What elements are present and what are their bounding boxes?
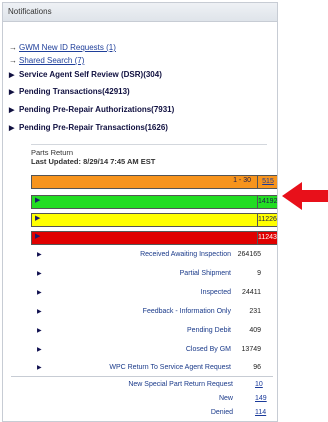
queue-pending-transactions[interactable]: ▶ Pending Transactions(42913) bbox=[9, 87, 130, 96]
status-row-received-awaiting-inspection[interactable]: ▶ Received Awaiting Inspection 264165 bbox=[31, 251, 265, 261]
arrow-right-icon: → bbox=[9, 56, 17, 65]
aging-count-red[interactable]: 112431 bbox=[257, 231, 277, 245]
aging-count-green[interactable]: 141924 bbox=[257, 195, 277, 209]
link-gwm-new-id-requests[interactable]: → GWM New ID Requests (1) bbox=[9, 43, 116, 52]
red-arrow-pointer-icon bbox=[282, 182, 328, 210]
queue-service-agent-self-review[interactable]: ▶ Service Agent Self Review (DSR)(304) bbox=[9, 70, 162, 79]
panel-title: Notifications bbox=[3, 3, 277, 22]
triangle-right-icon: ▶ bbox=[9, 89, 15, 96]
last-updated: Last Updated: 8/29/14 7:45 AM EST bbox=[31, 157, 156, 166]
special-return-new-request[interactable]: New Special Part Return Request 10 bbox=[31, 381, 267, 391]
divider bbox=[11, 376, 273, 377]
triangle-right-icon: ▶ bbox=[37, 271, 42, 277]
parts-return-section: Parts Return Last Updated: 8/29/14 7:45 … bbox=[31, 144, 267, 175]
aging-bar-orange[interactable]: 1 - 30 bbox=[31, 175, 258, 189]
status-row-closed-by-gm[interactable]: ▶ Closed By GM 13749 bbox=[31, 346, 265, 356]
special-return-denied[interactable]: Denied 114 bbox=[31, 409, 267, 419]
status-row-partial-shipment[interactable]: ▶ Partial Shipment 9 bbox=[31, 270, 265, 280]
aging-count-yellow[interactable]: 112268 bbox=[257, 213, 277, 227]
triangle-right-icon: ▶ bbox=[37, 290, 42, 296]
status-row-pending-debit[interactable]: ▶ Pending Debit 409 bbox=[31, 327, 265, 337]
status-row-inspected[interactable]: ▶ Inspected 24411 bbox=[31, 289, 265, 299]
triangle-right-icon: ▶ bbox=[35, 197, 41, 204]
triangle-right-icon: ▶ bbox=[37, 309, 42, 315]
aging-bar-yellow[interactable]: ▶ bbox=[31, 213, 258, 227]
triangle-right-icon: ▶ bbox=[9, 72, 15, 79]
aging-bar-red[interactable]: ▶ bbox=[31, 231, 258, 245]
triangle-right-icon: ▶ bbox=[37, 328, 42, 334]
queue-pending-pre-repair-transactions[interactable]: ▶ Pending Pre-Repair Transactions(1626) bbox=[9, 123, 168, 132]
aging-range: 1 - 30 bbox=[233, 177, 251, 184]
triangle-right-icon: ▶ bbox=[9, 125, 15, 132]
queue-pending-pre-repair-authorizations[interactable]: ▶ Pending Pre-Repair Authorizations(7931) bbox=[9, 105, 174, 114]
triangle-right-icon: ▶ bbox=[9, 107, 15, 114]
aging-bar-green[interactable]: ▶ bbox=[31, 195, 258, 209]
triangle-right-icon: ▶ bbox=[37, 347, 42, 353]
status-row-wpc-return-to-service-agent[interactable]: ▶ WPC Return To Service Agent Request 96 bbox=[31, 364, 265, 374]
triangle-right-icon: ▶ bbox=[35, 215, 41, 222]
special-return-new[interactable]: New 149 bbox=[31, 395, 267, 405]
aging-count-orange[interactable]: 515 bbox=[257, 175, 277, 189]
arrow-right-icon: → bbox=[9, 43, 17, 52]
triangle-right-icon: ▶ bbox=[37, 252, 42, 258]
notifications-panel: Notifications → GWM New ID Requests (1) →… bbox=[2, 2, 278, 422]
status-row-feedback-information-only[interactable]: ▶ Feedback - Information Only 231 bbox=[31, 308, 265, 318]
triangle-right-icon: ▶ bbox=[37, 365, 42, 371]
triangle-right-icon: ▶ bbox=[35, 233, 41, 240]
link-shared-search[interactable]: → Shared Search (7) bbox=[9, 56, 84, 65]
parts-return-title: Parts Return bbox=[31, 148, 74, 157]
